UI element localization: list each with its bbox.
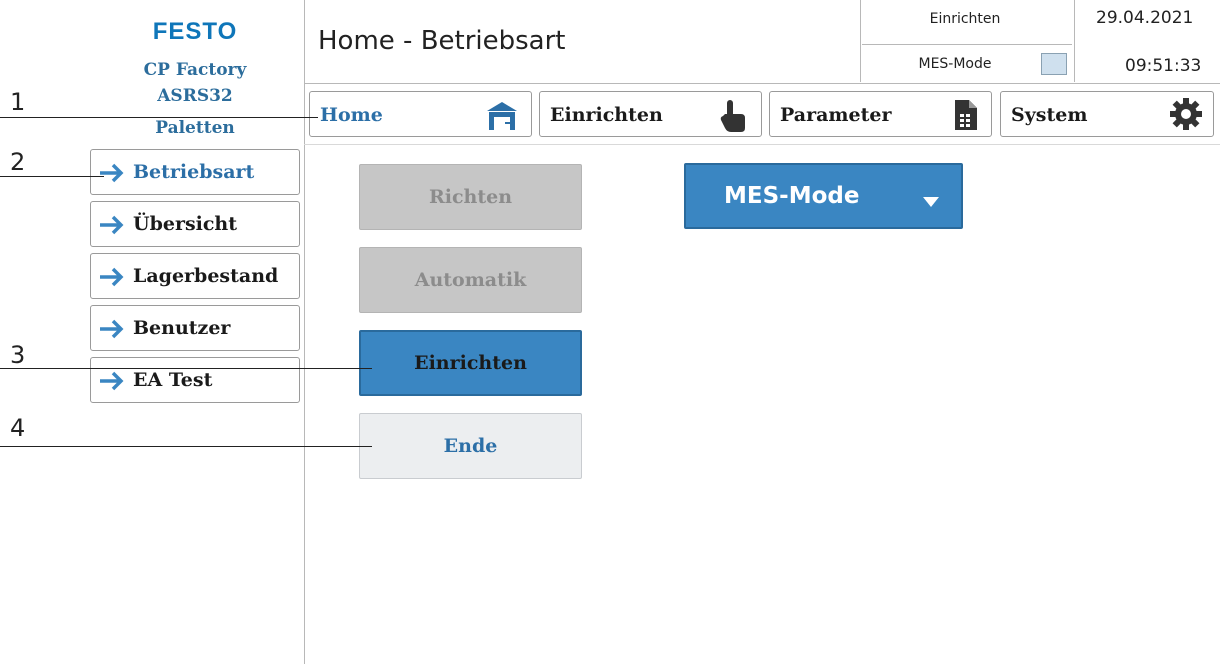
callout-number: 2 [10, 148, 26, 176]
date-display: 29.04.2021 [1096, 8, 1194, 28]
sidebar-item-label: Lagerbestand [133, 265, 279, 287]
callout-line [0, 176, 104, 177]
hand-pointer-icon [719, 98, 749, 139]
callout-line [0, 117, 318, 118]
callout-line [0, 446, 372, 447]
callout-number: 4 [10, 414, 26, 442]
callout-number: 3 [10, 341, 26, 369]
tabs-divider [304, 144, 1220, 145]
page-title: Home - Betriebsart [318, 26, 566, 56]
arrow-right-icon [99, 215, 125, 240]
automatik-button[interactable]: Automatik [359, 247, 582, 313]
arrow-right-icon [99, 371, 125, 396]
station-id: ASRS32 [157, 86, 233, 106]
sidebar-item-label: EA Test [133, 369, 213, 391]
header-status-divider [862, 44, 1072, 45]
header-separator [1074, 0, 1075, 82]
tab-system[interactable]: System [1000, 91, 1214, 137]
sidebar-item-uebersicht[interactable]: Übersicht [90, 201, 300, 247]
sidebar-item-label: Betriebsart [133, 161, 255, 183]
festo-logo: FESTO [152, 18, 238, 45]
mes-mode-dropdown-value: MES-Mode [724, 183, 860, 209]
arrow-right-icon [99, 267, 125, 292]
header-divider [304, 83, 1220, 84]
tab-parameter[interactable]: Parameter [769, 91, 992, 137]
header-separator [860, 0, 861, 82]
station-name: CP Factory [143, 60, 247, 80]
tab-parameter-label: Parameter [780, 104, 892, 126]
sidebar-divider [304, 0, 305, 664]
tab-einrichten[interactable]: Einrichten [539, 91, 762, 137]
gear-icon [1169, 97, 1203, 136]
tab-einrichten-label: Einrichten [550, 104, 663, 126]
mes-mode-indicator [1041, 53, 1067, 75]
sidebar-item-benutzer[interactable]: Benutzer [90, 305, 300, 351]
time-display: 09:51:33 [1125, 56, 1202, 76]
richten-button[interactable]: Richten [359, 164, 582, 230]
home-icon [485, 98, 519, 137]
mes-mode-label: MES-Mode [918, 56, 992, 72]
arrow-right-icon [99, 319, 125, 344]
chevron-down-icon [923, 192, 939, 211]
sidebar-item-lagerbestand[interactable]: Lagerbestand [90, 253, 300, 299]
einrichten-button[interactable]: Einrichten [359, 330, 582, 396]
callout-line [0, 368, 372, 369]
tab-home-label: Home [320, 104, 383, 126]
station-type: Paletten [155, 118, 235, 138]
mes-mode-dropdown[interactable]: MES-Mode [684, 163, 963, 229]
tab-home[interactable]: Home [309, 91, 532, 137]
sidebar-item-betriebsart[interactable]: Betriebsart [90, 149, 300, 195]
sidebar-item-ea-test[interactable]: EA Test [90, 357, 300, 403]
document-icon [953, 98, 979, 137]
sidebar-item-label: Benutzer [133, 317, 231, 339]
callout-number: 1 [10, 88, 26, 116]
tab-system-label: System [1011, 104, 1088, 126]
current-mode-text: Einrichten [929, 11, 1001, 27]
sidebar-item-label: Übersicht [133, 213, 238, 235]
ende-button[interactable]: Ende [359, 413, 582, 479]
